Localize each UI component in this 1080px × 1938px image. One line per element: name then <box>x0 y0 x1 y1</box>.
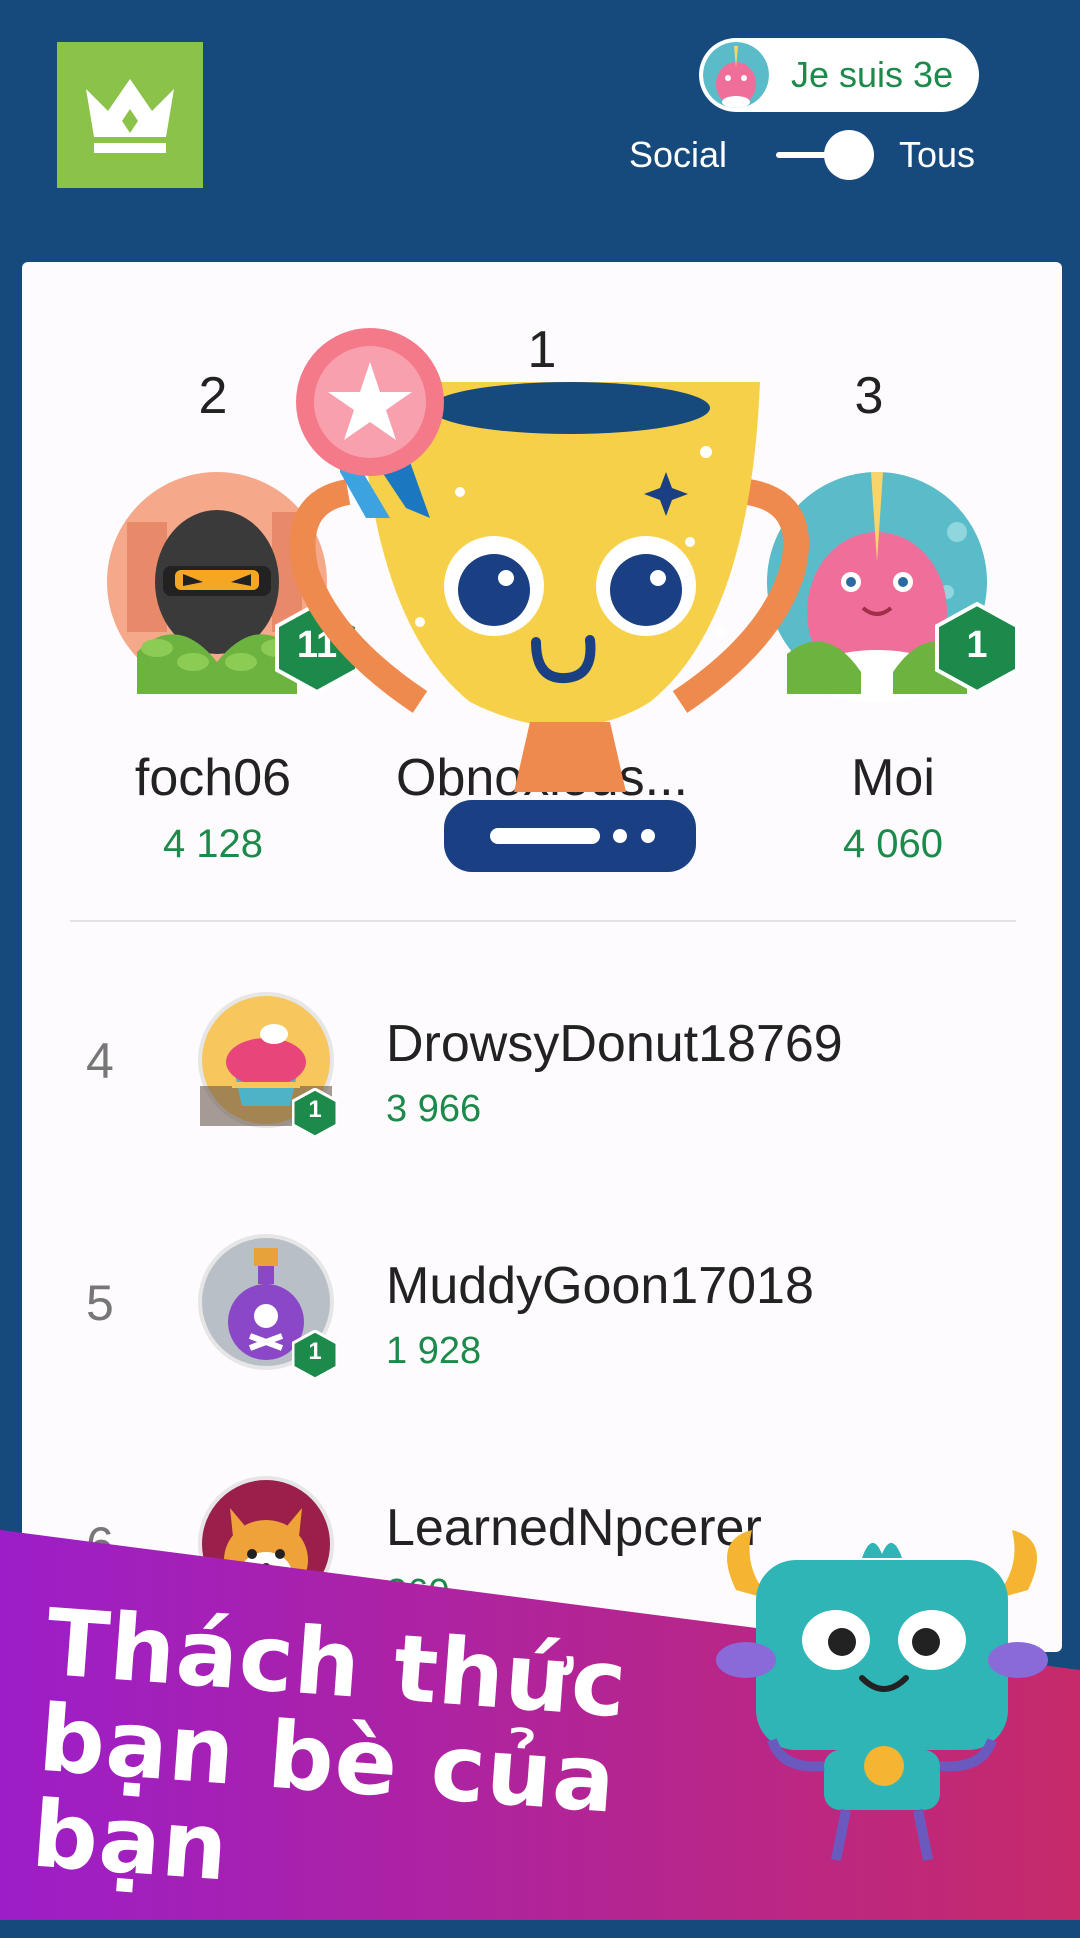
list-score: 3 966 <box>386 1088 482 1130</box>
list-rank: 5 <box>86 1275 114 1331</box>
toggle-thumb[interactable] <box>824 130 874 180</box>
podium-divider <box>70 920 1016 922</box>
trophy-icon <box>289 328 809 872</box>
list-item[interactable]: 4 1 DrowsyDonut18769 3 966 <box>22 962 1062 1162</box>
podium-level-3: 1 <box>966 624 988 666</box>
toggle-label-social[interactable]: Social <box>629 134 727 176</box>
my-rank-button[interactable]: Je suis 3e <box>699 38 979 112</box>
list-rank: 4 <box>86 1033 114 1089</box>
promo-headline: Thách thức bạn bè của bạn <box>29 1589 748 1933</box>
list-name: MuddyGoon17018 <box>386 1257 814 1315</box>
monster-mascot-icon <box>716 1530 1048 1861</box>
list-level: 1 <box>308 1338 322 1365</box>
narwhal-mini-avatar-icon <box>703 42 769 108</box>
toggle-label-all[interactable]: Tous <box>899 134 975 176</box>
social-all-toggle-row: Social Tous <box>0 130 1080 180</box>
list-name: DrowsyDonut18769 <box>386 1015 843 1073</box>
list-item[interactable]: 5 1 MuddyGoon17018 1 928 <box>22 1204 1062 1404</box>
list-score: 1 928 <box>386 1330 482 1372</box>
my-rank-label: Je suis 3e <box>791 54 954 95</box>
list-level: 1 <box>308 1096 322 1123</box>
podium-rank-2: 2 <box>198 367 228 425</box>
